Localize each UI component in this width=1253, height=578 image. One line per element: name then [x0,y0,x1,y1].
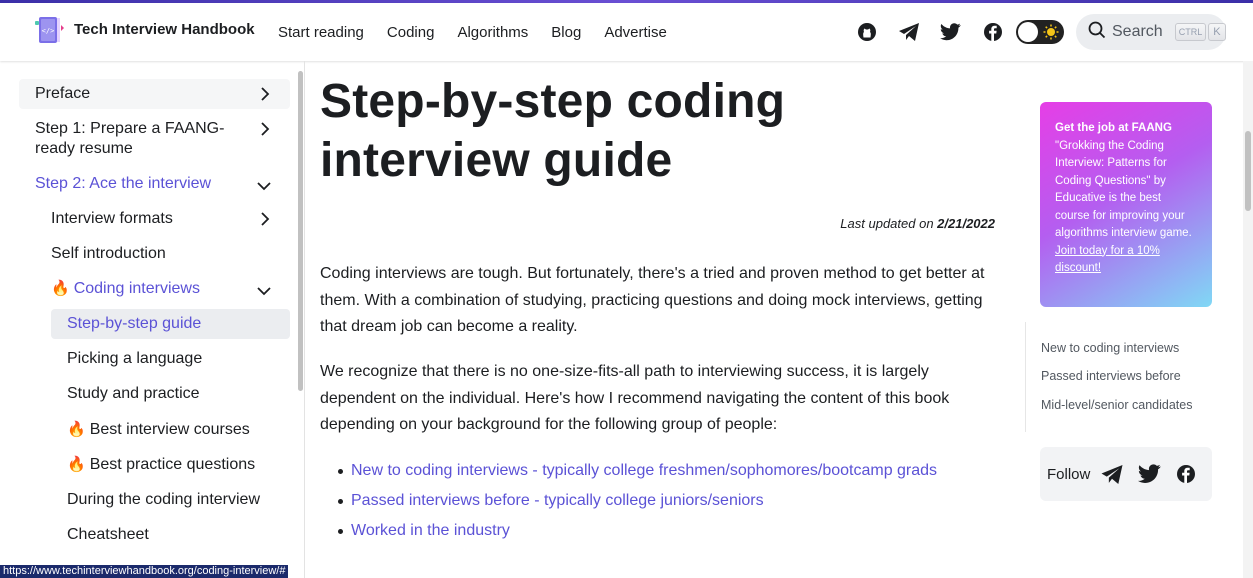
page-scrollbar-thumb[interactable] [1245,131,1251,211]
svg-text:</>: </> [42,27,55,35]
sidebar-item-label: Best interview courses [89,421,250,438]
sidebar-item-label: Coding interviews [73,280,200,297]
sidebar-item-interview-formats[interactable]: Interview formats [51,208,173,230]
chevron-right-icon[interactable] [257,211,273,227]
nav-link-advertise[interactable]: Advertise [604,24,667,41]
chevron-down-icon[interactable] [256,178,272,194]
sponsor-ad[interactable]: Get the job at FAANG "Grokking the Coding… [1040,102,1212,307]
sidebar-item-step-by-step-guide[interactable]: Step-by-step guide [67,313,201,335]
kbd-ctrl: CTRL [1174,23,1207,41]
chevron-down-icon[interactable] [256,283,272,299]
nav-link-algorithms[interactable]: Algorithms [457,24,528,41]
sidebar-item-self-introduction[interactable]: Self introduction [51,243,166,265]
sidebar-item-coding-interviews[interactable]: 🔥 Coding interviews [51,278,200,300]
audience-paragraph: We recognize that there is no one-size-f… [320,363,950,433]
facebook-icon[interactable] [1176,464,1196,484]
search-label: Search [1112,23,1163,40]
audience-list: New to coding interviews - typically col… [338,456,937,546]
brand-link[interactable]: </> Tech Interview Handbook [33,13,255,45]
nav-link-start-reading[interactable]: Start reading [278,24,364,41]
brand-name: Tech Interview Handbook [74,20,255,38]
telegram-icon[interactable] [1100,464,1124,485]
nav-right: Search CTRL K [856,3,1226,61]
github-icon[interactable] [856,21,878,43]
telegram-icon[interactable] [898,21,920,43]
list-item[interactable]: New to coding interviews - typically col… [338,456,937,486]
nav-link-blog[interactable]: Blog [551,24,581,41]
ad-body: "Grokking the Coding Interview: Patterns… [1055,139,1192,240]
toc-item-new-to-coding[interactable]: New to coding interviews [1041,341,1179,355]
sidebar-item-step1-line1[interactable]: Step 1: Prepare a FAANG- [35,118,224,140]
page-title: Step-by-step coding interview guide [320,75,786,187]
sidebar-item-step2[interactable]: Step 2: Ace the interview [35,173,211,195]
toc-border [1025,322,1026,432]
follow-label: Follow [1047,465,1091,483]
sidebar-item-study-and-practice[interactable]: Study and practice [67,383,200,405]
list-item[interactable]: Passed interviews before - typically col… [338,486,937,516]
fire-icon: 🔥 [67,421,86,438]
sidebar-item-cheatsheet[interactable]: Cheatsheet [67,524,149,546]
search-button[interactable]: Search CTRL K [1076,14,1226,50]
sidebar-item-preface[interactable]: Preface [35,83,90,105]
toc-item-passed-before[interactable]: Passed interviews before [1041,369,1181,383]
toc-item-mid-senior[interactable]: Mid-level/senior candidates [1041,398,1192,412]
twitter-icon[interactable] [940,21,962,43]
kbd-k: K [1208,23,1226,41]
page-scrollbar[interactable] [1243,61,1253,578]
handbook-logo-icon: </> [33,13,65,45]
fire-icon: 🔥 [67,456,86,473]
sidebar: Preface Step 1: Prepare a FAANG- ready r… [0,61,305,578]
follow-box: Follow [1040,447,1212,501]
fire-icon: 🔥 [51,280,70,297]
intro-paragraph: Coding interviews are tough. But fortuna… [320,265,985,335]
search-icon [1088,21,1106,44]
ad-link[interactable]: Join today for a 10% discount! [1055,245,1160,275]
list-item[interactable]: Worked in the industry [338,516,937,546]
ad-heading: Get the job at FAANG [1055,122,1172,134]
last-updated-prefix: Last updated on [840,216,938,231]
navbar: </> Tech Interview Handbook Start readin… [0,3,1253,61]
dark-mode-toggle[interactable] [1016,20,1064,44]
search-shortcut: CTRL K [1174,23,1226,41]
nav-link-coding[interactable]: Coding [387,24,435,41]
sidebar-item-picking-a-language[interactable]: Picking a language [67,348,202,370]
sidebar-item-label: Best practice questions [89,456,256,473]
chevron-right-icon[interactable] [257,121,273,137]
sidebar-item-step1-line2[interactable]: ready resume [35,138,133,160]
sidebar-scrollbar[interactable] [298,71,303,391]
last-updated: Last updated on 2/21/2022 [600,216,995,231]
sidebar-item-best-practice-questions[interactable]: 🔥 Best practice questions [67,454,255,476]
sidebar-item-during-the-coding-interview[interactable]: During the coding interview [67,489,260,511]
status-bar-url: https://www.techinterviewhandbook.org/co… [0,565,289,578]
last-updated-date: 2/21/2022 [937,216,995,231]
sidebar-item-best-interview-courses[interactable]: 🔥 Best interview courses [67,419,250,441]
twitter-icon[interactable] [1138,464,1162,484]
sun-icon [1043,24,1059,40]
facebook-icon[interactable] [982,21,1004,43]
chevron-right-icon[interactable] [257,86,273,102]
nav-links: Start reading Coding Algorithms Blog Adv… [278,3,690,61]
toggle-knob [1018,22,1038,42]
